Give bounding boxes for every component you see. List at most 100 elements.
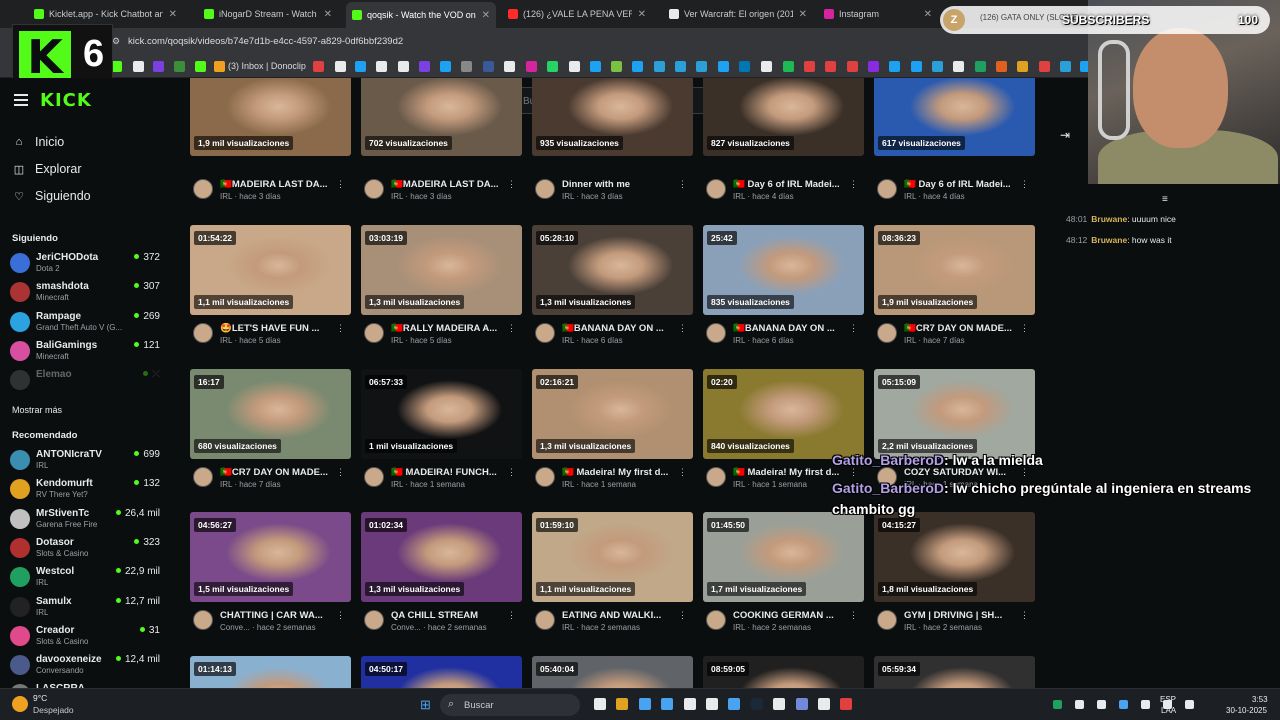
video-title[interactable]: 🇵🇹 Day 6 of IRL Madei... [904,179,1016,190]
bookmark-favicon-icon[interactable] [195,61,206,72]
taskbar-app-icon[interactable] [594,698,606,710]
streamer-avatar[interactable] [193,610,213,630]
video-title[interactable]: 🇵🇹 Day 6 of IRL Madei... [733,179,845,190]
bookmark-favicon-icon[interactable] [174,61,185,72]
video-thumbnail[interactable]: 02:16:21 1,3 mil visualizaciones [532,369,693,459]
taskbar-app-icon[interactable] [840,698,853,710]
bookmark-favicon-icon[interactable] [133,61,144,72]
streamer-avatar[interactable] [706,179,726,199]
channel-item[interactable]: LASCRRA [10,681,160,688]
video-title[interactable]: 🇵🇹MADEIRA LAST DA... [391,179,503,190]
streamer-avatar[interactable] [706,610,726,630]
video-thumbnail[interactable]: 01:02:34 1,3 mil visualizaciones [361,512,522,602]
more-options-icon[interactable]: ⋮ [507,467,516,478]
taskbar-app-icon[interactable] [661,698,674,710]
video-title[interactable]: QA CHILL STREAM [391,610,503,621]
more-options-icon[interactable]: ⋮ [507,179,516,190]
browser-tab[interactable]: (126) ¿VALE LA PENA VER GINT✕ [502,4,652,24]
video-thumbnail[interactable]: 01:59:10 1,1 mil visualizaciones [532,512,693,602]
video-title[interactable]: 🇵🇹 Madeira! My first d... [562,467,674,478]
more-options-icon[interactable]: ⋮ [678,610,687,621]
video-category[interactable]: IRL [391,192,403,201]
more-options-icon[interactable]: ⋮ [849,467,858,478]
video-thumbnail[interactable]: 05:59:34 [874,656,1035,688]
bookmark-favicon-icon[interactable] [569,61,580,72]
video-title[interactable]: COOKING GERMAN ... [733,610,845,621]
system-tray-icon[interactable] [1097,700,1106,709]
video-category[interactable]: IRL [904,336,916,345]
video-title[interactable]: COZY SATURDAY WI... [904,467,1016,478]
bookmark-favicon-icon[interactable] [975,61,986,72]
taskbar-app-icon[interactable] [750,698,763,710]
video-thumbnail[interactable]: 06:57:33 1 mil visualizaciones [361,369,522,459]
clock-time[interactable]: 3:53 [1252,695,1268,704]
video-category[interactable]: IRL [733,480,745,489]
bookmark-favicon-icon[interactable] [696,61,707,72]
video-category[interactable]: Conve... [220,623,250,632]
video-title[interactable]: 🇵🇹BANANA DAY ON ... [562,323,674,334]
more-options-icon[interactable]: ⋮ [849,179,858,190]
windows-start-icon[interactable]: ⊞ [420,697,431,713]
bookmark-donoclip[interactable]: (3) Inbox | Donoclip [228,61,306,71]
channel-item[interactable]: Dotasor Slots & Casino 323 [10,535,160,561]
bookmark-favicon-icon[interactable] [504,61,515,72]
browser-tab[interactable]: Ver Warcraft: El origen (2016) C✕ [663,4,813,24]
video-title[interactable]: 🇵🇹 MADEIRA! FUNCH... [391,467,503,478]
bookmark-favicon-icon[interactable] [654,61,665,72]
bookmark-favicon-icon[interactable] [825,61,836,72]
video-thumbnail[interactable]: 702 visualizaciones [361,78,522,156]
video-thumbnail[interactable]: 25:42 835 visualizaciones [703,225,864,315]
video-title[interactable]: 🤩LET'S HAVE FUN ... [220,323,332,334]
bookmark-favicon-icon[interactable] [761,61,772,72]
bookmark-favicon-icon[interactable] [632,61,643,72]
video-thumbnail[interactable]: 01:14:13 [190,656,351,688]
channel-item[interactable]: davooxeneize Conversando 12,4 mil [10,652,160,678]
system-tray-icon[interactable] [1075,700,1084,709]
site-info-icon[interactable]: ⚙ [112,36,120,47]
more-options-icon[interactable]: ⋮ [507,323,516,334]
video-category[interactable]: IRL [391,480,403,489]
more-options-icon[interactable]: ⋮ [336,610,345,621]
chat-username[interactable]: Bruwane [1091,235,1127,245]
video-category[interactable]: IRL [904,623,916,632]
more-options-icon[interactable]: ⋮ [678,467,687,478]
video-thumbnail[interactable]: 01:54:22 1,1 mil visualizaciones [190,225,351,315]
taskbar-app-icon[interactable] [773,698,786,710]
streamer-avatar[interactable] [535,467,555,487]
channel-item[interactable]: JeriCHODota Dota 2 372 [10,250,160,276]
video-category[interactable]: Conve... [391,623,421,632]
kick-logo[interactable]: KICK [40,90,92,111]
system-tray-icon[interactable] [1141,700,1150,709]
taskbar-search[interactable]: ⌕ Buscar [440,694,580,716]
streamer-avatar[interactable] [364,179,384,199]
more-options-icon[interactable]: ⋮ [507,610,516,621]
tab-close-icon[interactable]: ✕ [163,9,177,20]
bookmark-favicon-icon[interactable] [953,61,964,72]
system-tray-icon[interactable] [1185,700,1194,709]
channel-item[interactable]: BaliGamings Minecraft 121 [10,338,160,364]
more-options-icon[interactable]: ⋮ [336,323,345,334]
video-thumbnail[interactable]: 08:59:05 [703,656,864,688]
video-title[interactable]: GYM | DRIVING | SH... [904,610,1016,621]
taskbar-app-icon[interactable] [683,698,696,710]
bookmark-favicon-icon[interactable] [889,61,900,72]
taskbar-app-icon[interactable] [638,698,651,710]
channel-item[interactable]: Westcol IRL 22,9 mil [10,564,160,590]
channel-item[interactable]: MrStivenTc Garena Free Fire 26,4 mil [10,506,160,532]
streamer-avatar[interactable] [877,323,897,343]
bookmark-favicon-icon[interactable] [419,61,430,72]
streamer-avatar[interactable] [535,610,555,630]
taskbar-app-icon[interactable] [706,698,718,710]
video-category[interactable]: IRL [562,336,574,345]
video-title[interactable]: 🇵🇹MADEIRA LAST DA... [220,179,332,190]
video-title[interactable]: 🇵🇹CR7 DAY ON MADE... [220,467,332,478]
show-more-link[interactable]: Mostrar más [12,405,62,415]
video-thumbnail[interactable]: 03:03:19 1,3 mil visualizaciones [361,225,522,315]
video-thumbnail[interactable]: 617 visualizaciones [874,78,1035,156]
streamer-avatar[interactable] [706,467,726,487]
nav-explorar[interactable]: ◫ Explorar [12,159,82,179]
video-thumbnail[interactable]: 04:50:17 [361,656,522,688]
video-category[interactable]: IRL [733,336,745,345]
bookmark-favicon-icon[interactable] [1039,61,1050,72]
streamer-avatar[interactable] [535,323,555,343]
